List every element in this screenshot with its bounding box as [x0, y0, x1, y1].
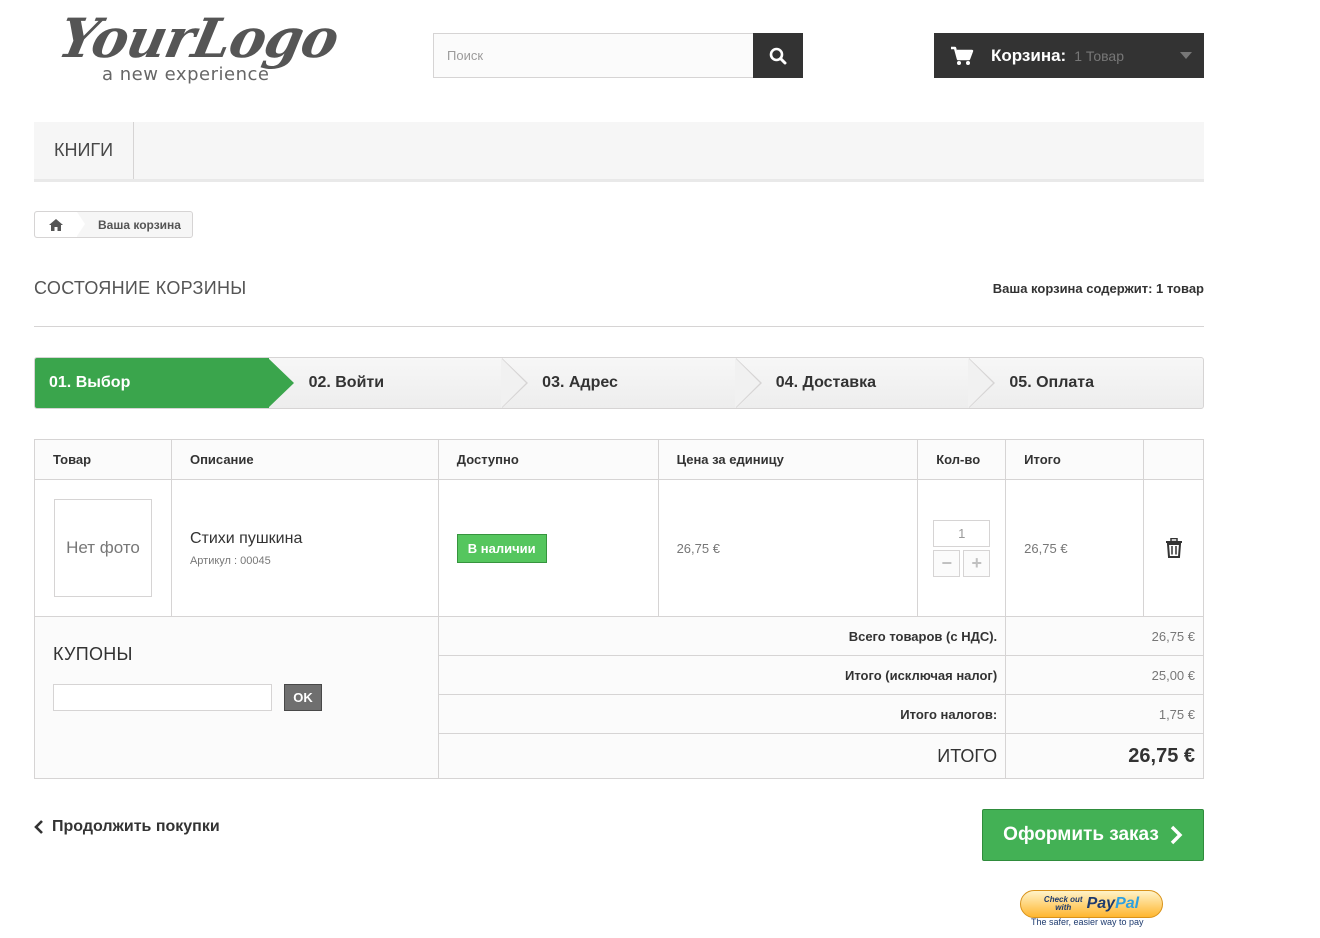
- continue-shopping-link[interactable]: Продолжить покупки: [34, 818, 220, 836]
- divider: [34, 326, 1204, 327]
- product-image-placeholder[interactable]: Нет фото: [54, 499, 152, 597]
- col-header-product: Товар: [34, 439, 172, 480]
- search-icon: [769, 47, 787, 64]
- cart-table: Товар Описание Доступно Цена за единицу …: [34, 439, 1204, 779]
- paypal-tagline: The safer, easier way to pay: [1031, 917, 1144, 927]
- step-label: 02. Войти: [308, 374, 385, 391]
- step-payment: 05. Оплата: [969, 358, 1203, 408]
- paypal-checkout-text: Check out with: [1043, 895, 1083, 912]
- cart-dropdown[interactable]: Корзина: 1 Товар: [934, 33, 1204, 78]
- grand-total-value: 26,75 €: [1005, 733, 1204, 779]
- coupon-section: Купоны OK: [34, 616, 439, 779]
- step-label: 04. Доставка: [775, 374, 876, 391]
- step-shipping: 04. Доставка: [736, 358, 996, 408]
- excl-tax-label: Итого (исключая налог): [437, 655, 1007, 695]
- breadcrumb-home[interactable]: [35, 212, 85, 237]
- tax-label: Итого налогов:: [437, 694, 1007, 734]
- step-label: 03. Адрес: [542, 374, 618, 391]
- checkout-label: Оформить заказ: [1003, 824, 1159, 845]
- chevron-right-icon: [1170, 825, 1183, 845]
- logo-tagline: a new experience: [102, 64, 270, 85]
- line-total: 26,75 €: [1005, 479, 1145, 617]
- excl-tax-value: 25,00 €: [1005, 655, 1204, 695]
- quantity-input[interactable]: [933, 519, 991, 547]
- products-total-label: Всего товаров (с НДС).: [437, 616, 1007, 656]
- col-header-total: Итого: [1005, 439, 1145, 480]
- product-name[interactable]: Стихи пушкина: [190, 530, 438, 548]
- breadcrumb-current: Ваша корзина: [98, 217, 181, 232]
- product-reference: Артикул : 00045: [189, 554, 271, 567]
- plus-icon: +: [971, 552, 982, 573]
- search-bar: [433, 33, 803, 78]
- step-label: 01. Выбор: [49, 374, 131, 391]
- main-menu: Книги: [34, 122, 1204, 182]
- breadcrumb: Ваша корзина: [34, 211, 193, 238]
- trash-icon: [1165, 538, 1182, 558]
- col-header-description: Описание: [170, 439, 439, 480]
- menu-item-books[interactable]: Книги: [34, 122, 135, 179]
- step-summary: 01. Выбор: [35, 358, 294, 408]
- coupon-input[interactable]: [53, 684, 272, 711]
- products-total-value: 26,75 €: [1005, 616, 1204, 656]
- quantity-decrease-button[interactable]: −: [933, 549, 961, 577]
- col-header-availability: Доступно: [437, 439, 659, 480]
- table-header-row: Товар Описание Доступно Цена за единицу …: [34, 439, 1204, 480]
- site-logo[interactable]: YourLogo a new experience: [53, 6, 350, 88]
- unit-price: 26,75 €: [657, 479, 919, 617]
- availability-badge: В наличии: [456, 533, 547, 563]
- coupon-title: Купоны: [53, 644, 133, 664]
- home-icon: [49, 218, 63, 231]
- quantity-stepper: − +: [933, 519, 991, 577]
- coupon-ok-button[interactable]: OK: [284, 684, 322, 711]
- delete-item-button[interactable]: [1144, 538, 1203, 558]
- quantity-increase-button[interactable]: +: [963, 549, 991, 577]
- col-header-quantity: Кол-во: [917, 439, 1007, 480]
- step-login: 02. Войти: [269, 358, 529, 408]
- tax-value: 1,75 €: [1005, 694, 1204, 734]
- step-address: 03. Адрес: [502, 358, 762, 408]
- shopping-cart-icon: [951, 46, 974, 65]
- cart-count: 1 Товар: [1074, 47, 1124, 64]
- grand-total-label: Итого: [437, 733, 1007, 779]
- paypal-checkout-button[interactable]: Check out with PayPal: [1020, 890, 1163, 918]
- checkout-button[interactable]: Оформить заказ: [982, 809, 1204, 861]
- minus-icon: −: [941, 552, 952, 573]
- search-button[interactable]: [753, 33, 803, 78]
- table-row: Нет фото Стихи пушкина Артикул : 00045 В…: [34, 479, 1204, 617]
- page-title: Состояние корзины: [34, 278, 247, 298]
- logo-wordmark: YourLogo: [53, 6, 345, 70]
- continue-shopping-label: Продолжить покупки: [52, 818, 220, 835]
- checkout-steps: 01. Выбор 02. Войти 03. Адрес 04. Достав…: [34, 357, 1204, 409]
- col-header-unit-price: Цена за единицу: [657, 439, 919, 480]
- step-label: 05. Оплата: [1009, 374, 1094, 391]
- cart-label: Корзина:: [991, 45, 1067, 65]
- search-input[interactable]: [433, 33, 753, 78]
- col-header-delete: [1143, 439, 1204, 480]
- chevron-left-icon: [34, 820, 43, 834]
- cart-summary: Ваша корзина содержит: 1 товар: [992, 281, 1204, 296]
- caret-down-icon: [1180, 52, 1192, 59]
- totals-row-products: Купоны OK Всего товаров (с НДС). 26,75 €: [34, 616, 1204, 779]
- paypal-logo: PayPal: [1086, 895, 1140, 912]
